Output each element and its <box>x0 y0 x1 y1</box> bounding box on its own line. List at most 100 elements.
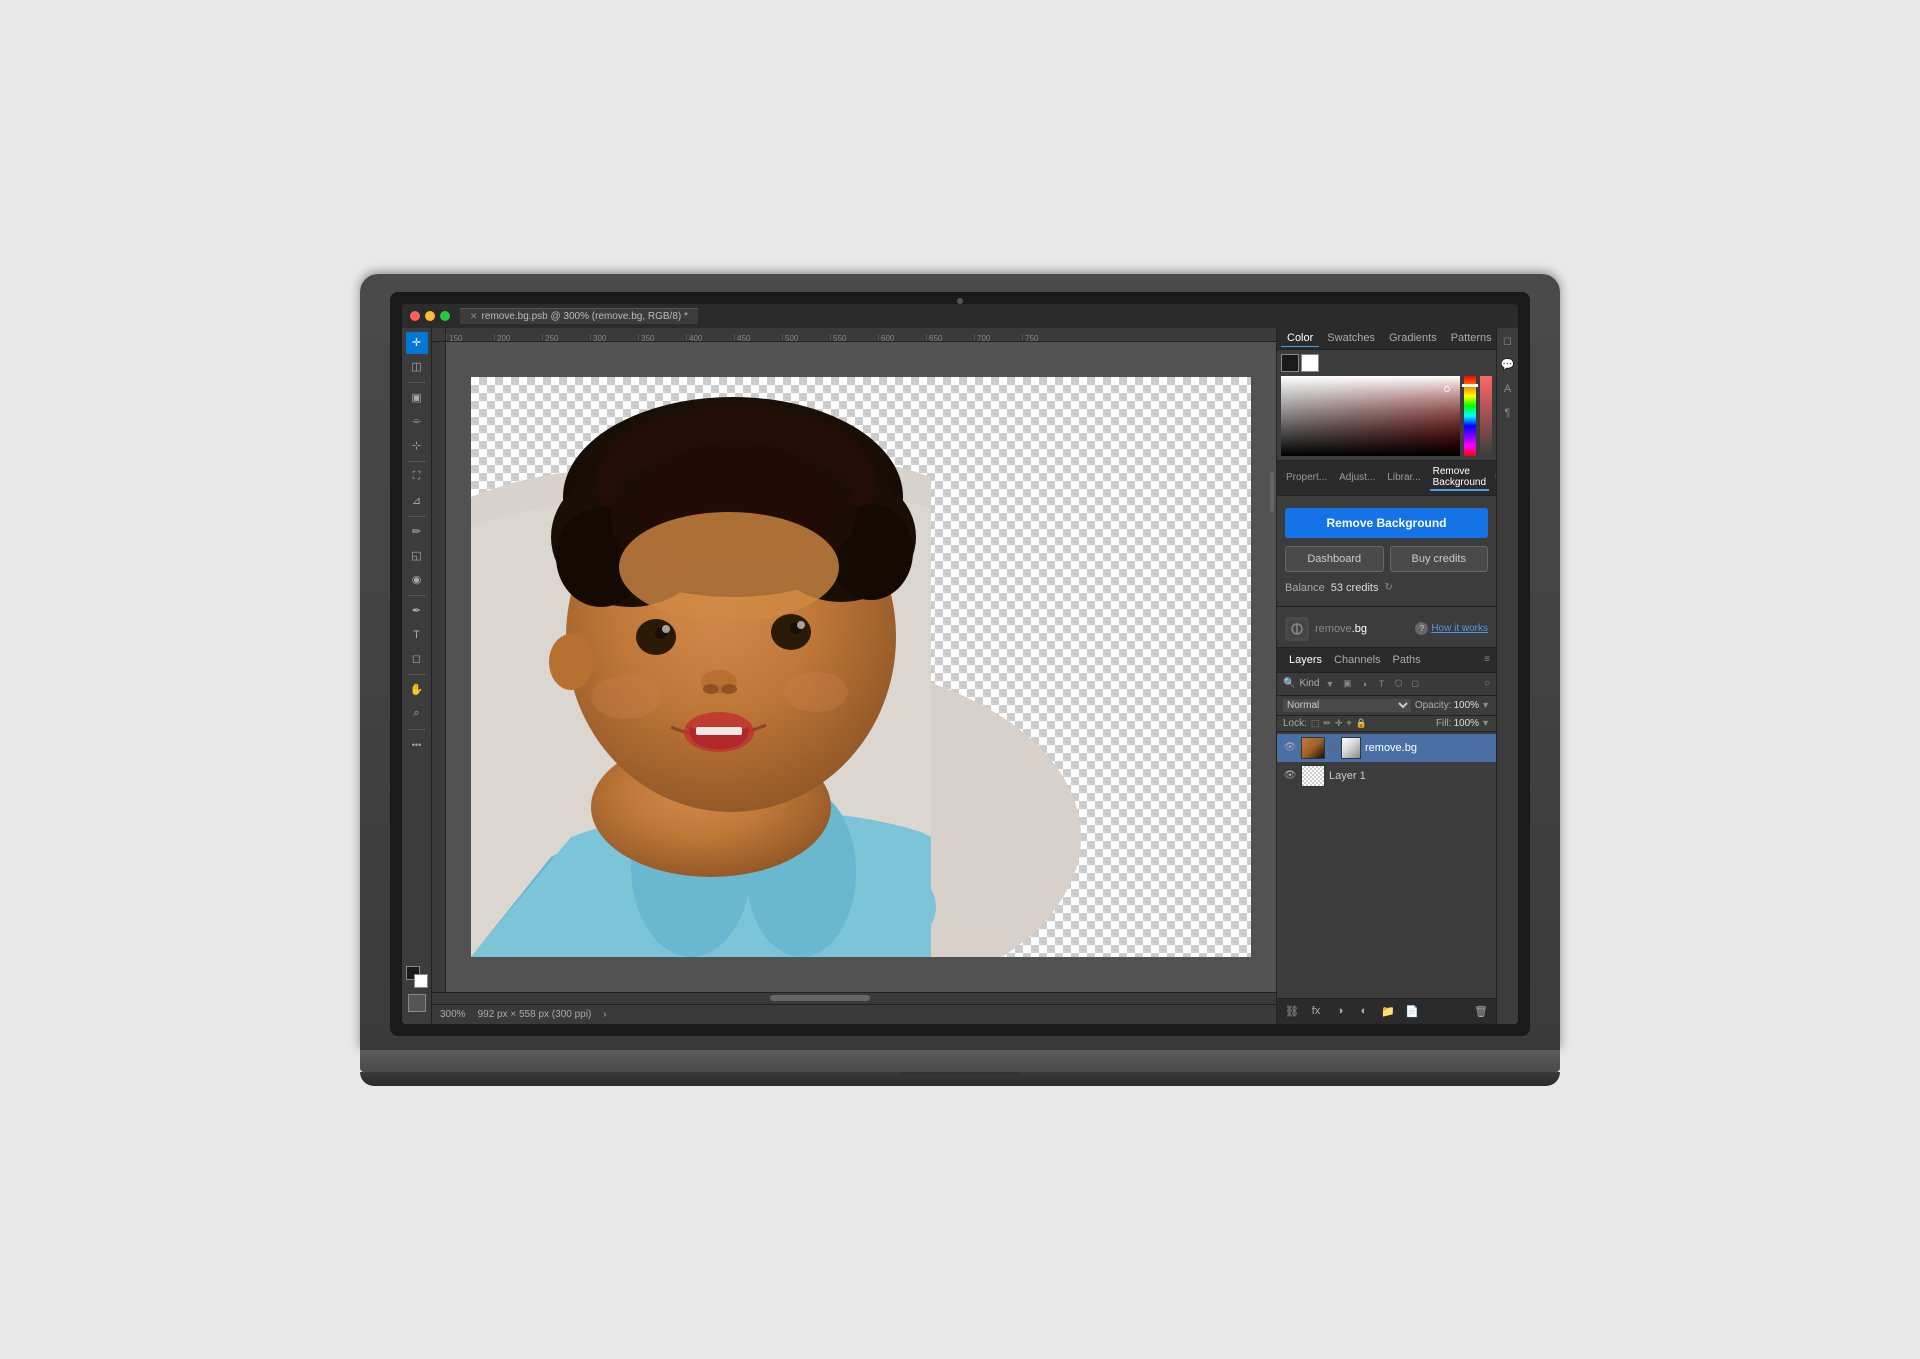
filter-shape-icon[interactable]: ⬡ <box>1391 677 1405 691</box>
link-layers-icon[interactable]: ⛓ <box>1283 1002 1301 1020</box>
brush-tool[interactable]: ✏ <box>406 521 428 543</box>
fx-icon[interactable]: fx <box>1307 1002 1325 1020</box>
tab-color[interactable]: Color <box>1281 330 1319 347</box>
lock-artboard-icon[interactable]: ⌖ <box>1347 718 1352 729</box>
active-tab[interactable]: ✕ remove.bg.psb @ 300% (remove.bg, RGB/8… <box>460 308 698 324</box>
move-tool[interactable]: ✛ <box>406 332 428 354</box>
horizontal-scrollbar[interactable] <box>432 992 1276 1004</box>
new-group-icon[interactable]: 📁 <box>1379 1002 1397 1020</box>
select-subject-tool[interactable]: ⊹ <box>406 435 428 457</box>
close-button[interactable] <box>410 311 420 321</box>
removebg-plugin-icon <box>1285 617 1309 641</box>
layer-thumb-checker <box>1302 766 1324 786</box>
blend-mode-select[interactable]: Normal Multiply Screen <box>1283 699 1411 712</box>
quick-mask[interactable] <box>408 994 426 1012</box>
remove-background-button[interactable]: Remove Background <box>1285 508 1488 538</box>
hand-tool[interactable]: ✋ <box>406 679 428 701</box>
opacity-arrow[interactable]: ▼ <box>1481 700 1490 710</box>
shape-tool[interactable]: ◻ <box>406 648 428 670</box>
right-edge-icon-4[interactable]: ¶ <box>1499 404 1517 422</box>
layer-thumbnail-layer1 <box>1301 765 1325 787</box>
dashboard-button[interactable]: Dashboard <box>1285 546 1384 572</box>
layer-visibility-remove-bg[interactable]: 👁 <box>1283 741 1297 755</box>
more-tools[interactable]: ••• <box>406 734 428 756</box>
how-it-works-link[interactable]: How it works <box>1431 623 1488 634</box>
eraser-tool[interactable]: ◱ <box>406 545 428 567</box>
tab-layers[interactable]: Layers <box>1283 652 1328 668</box>
lock-row: Lock: ⬚ ✏ ✛ ⌖ 🔒 Fill: 100% ▼ <box>1277 716 1496 732</box>
tab-swatches[interactable]: Swatches <box>1321 330 1381 346</box>
alpha-slider[interactable] <box>1480 376 1492 456</box>
color-panel-tabs: Color Swatches Gradients Patterns ≡ <box>1277 328 1496 350</box>
tab-remove-background[interactable]: Remove Background <box>1430 465 1489 491</box>
tab-paths[interactable]: Paths <box>1387 652 1427 668</box>
marquee-tool[interactable]: ▣ <box>406 387 428 409</box>
scrollbar-thumb-h[interactable] <box>770 995 870 1001</box>
tool-divider-6 <box>408 729 426 730</box>
hue-slider[interactable] <box>1464 376 1476 456</box>
layer-item-layer1[interactable]: 👁 Layer 1 <box>1277 762 1496 790</box>
crop-tool[interactable]: ⛶ <box>406 466 428 488</box>
tick-450: 450 <box>734 334 782 340</box>
artboard-tool[interactable]: ◫ <box>406 356 428 378</box>
zoom-tool[interactable]: ⌕ <box>406 703 428 725</box>
pen-tool[interactable]: ✒ <box>406 600 428 622</box>
layers-panel-options-icon[interactable]: ≡ <box>1484 654 1490 665</box>
lock-image-icon[interactable]: ✏ <box>1323 718 1331 729</box>
filter-icon: 🔍 <box>1283 678 1295 689</box>
delete-layer-icon[interactable]: 🗑 <box>1472 1002 1490 1020</box>
nav-arrow[interactable]: › <box>603 1009 606 1020</box>
maximize-button[interactable] <box>440 311 450 321</box>
fg-bg-colors[interactable] <box>406 966 428 988</box>
filter-type-icon[interactable]: T <box>1374 677 1388 691</box>
secondary-buttons: Dashboard Buy credits <box>1285 546 1488 572</box>
text-tool[interactable]: T <box>406 624 428 646</box>
kind-dropdown-arrow[interactable]: ▼ <box>1325 679 1334 689</box>
tab-title: remove.bg.psb @ 300% (remove.bg, RGB/8) … <box>482 311 688 322</box>
lock-all-icon[interactable]: 🔒 <box>1356 718 1367 729</box>
tab-gradients[interactable]: Gradients <box>1383 330 1443 346</box>
tab-properties[interactable]: Propert... <box>1283 471 1330 484</box>
right-edge-icon-3[interactable]: A <box>1499 380 1517 398</box>
color-gradient-field[interactable] <box>1281 376 1460 456</box>
opacity-value[interactable]: 100% <box>1454 700 1480 711</box>
canvas-viewport[interactable] <box>446 342 1276 992</box>
filter-toggle[interactable]: ○ <box>1484 678 1490 689</box>
minimize-button[interactable] <box>425 311 435 321</box>
lock-position-icon[interactable]: ✛ <box>1335 718 1343 729</box>
refresh-balance-icon[interactable]: ↻ <box>1384 582 1392 593</box>
right-edge-icon-1[interactable]: ◻ <box>1499 332 1517 350</box>
trackpad-notch <box>900 1072 1020 1076</box>
gradient-overlay <box>1281 376 1460 456</box>
tab-adjust[interactable]: Adjust... <box>1336 471 1378 484</box>
layers-filter-bar: 🔍 Kind ▼ ▣ ◑ T ⬡ ◻ <box>1277 673 1496 696</box>
laptop-bottom <box>360 1072 1560 1086</box>
tab-channels[interactable]: Channels <box>1328 652 1386 668</box>
fill-arrow[interactable]: ▼ <box>1481 718 1490 728</box>
new-layer-icon[interactable]: 📄 <box>1403 1002 1421 1020</box>
screen: ✕ remove.bg.psb @ 300% (remove.bg, RGB/8… <box>402 304 1518 1024</box>
lock-transparency-icon[interactable]: ⬚ <box>1311 718 1320 729</box>
close-tab-icon[interactable]: ✕ <box>470 311 478 322</box>
layer-item-remove-bg[interactable]: 👁 ⛓ <box>1277 734 1496 762</box>
foreground-swatch[interactable] <box>1281 354 1299 372</box>
buy-credits-button[interactable]: Buy credits <box>1390 546 1489 572</box>
background-swatch[interactable] <box>1301 354 1319 372</box>
filter-pixel-icon[interactable]: ▣ <box>1340 677 1354 691</box>
add-mask-icon[interactable]: ◑ <box>1331 1002 1349 1020</box>
layer-visibility-layer1[interactable]: 👁 <box>1283 769 1297 783</box>
fill-tool[interactable]: ◉ <box>406 569 428 591</box>
background-color[interactable] <box>414 974 428 988</box>
tab-patterns[interactable]: Patterns <box>1445 330 1496 346</box>
plugin-panel-tabs: Propert... Adjust... Librar... Remove Ba… <box>1277 461 1496 496</box>
eyedropper-tool[interactable]: ⊿ <box>406 490 428 512</box>
filter-smart-icon[interactable]: ◻ <box>1408 677 1422 691</box>
filter-adjustment-icon[interactable]: ◑ <box>1357 677 1371 691</box>
fill-value[interactable]: 100% <box>1454 718 1480 729</box>
color-cursor <box>1444 386 1450 392</box>
new-fill-adjustment-icon[interactable]: ◐ <box>1355 1002 1373 1020</box>
bg-word: .bg <box>1352 623 1367 635</box>
tab-libraries[interactable]: Librar... <box>1384 471 1423 484</box>
lasso-tool[interactable]: ⌯ <box>406 411 428 433</box>
right-edge-icon-2[interactable]: 💬 <box>1499 356 1517 374</box>
